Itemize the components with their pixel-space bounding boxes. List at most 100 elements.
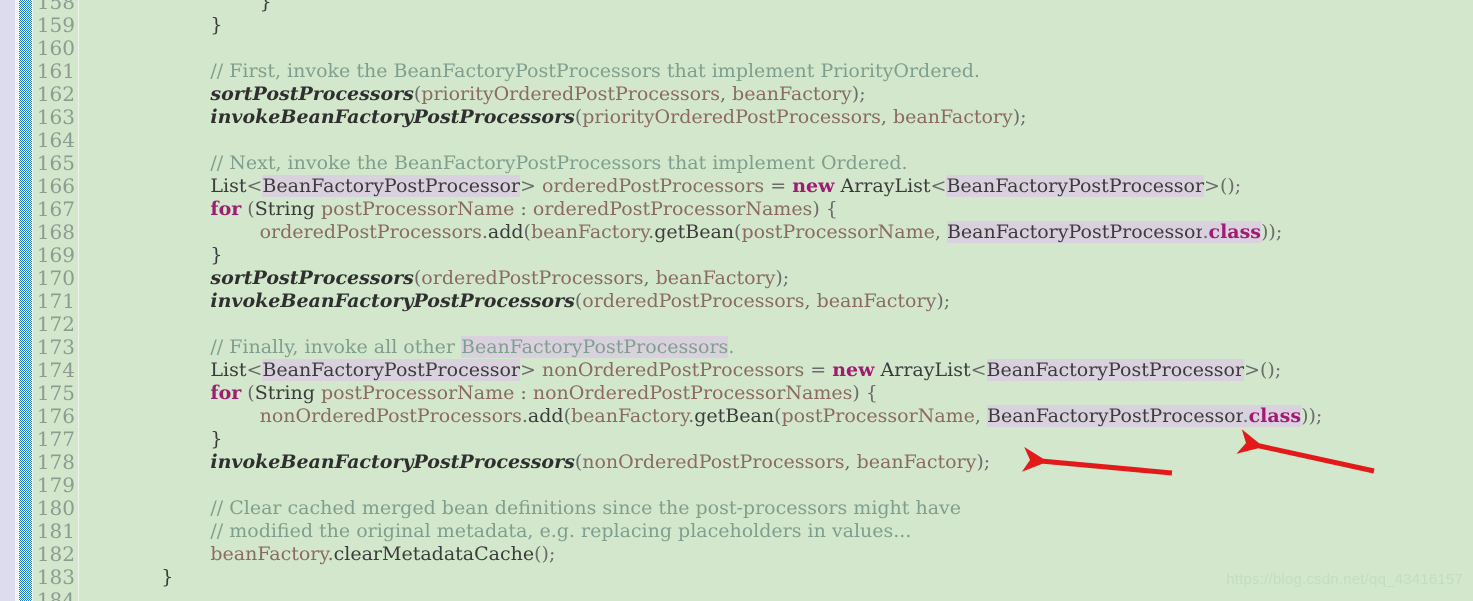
line-number: 168	[36, 220, 75, 244]
code-line[interactable]: List<BeanFactoryPostProcessor> nonOrdere…	[210, 359, 1281, 382]
code-line[interactable]: }	[210, 428, 222, 451]
editor-left-margin-strip	[0, 0, 15, 601]
code-token: );	[851, 83, 866, 105]
code-token: beanFactory	[816, 290, 937, 312]
code-token: >	[519, 175, 536, 197]
code-token: sortPostProcessors	[210, 267, 414, 289]
line-number: 163	[36, 105, 75, 129]
code-token: orderedPostProcessors	[259, 221, 482, 243]
code-token: >();	[1204, 175, 1242, 197]
code-token: ) {	[812, 198, 838, 220]
code-token: for	[210, 382, 242, 404]
code-token: <	[246, 175, 263, 197]
code-token: (	[563, 405, 571, 427]
code-line[interactable]: // Clear cached merged bean definitions …	[210, 497, 961, 520]
line-number: 178	[36, 450, 75, 474]
line-number: 165	[36, 151, 75, 175]
code-token: <	[970, 359, 987, 381]
code-token: (	[241, 198, 255, 220]
source-code-area[interactable]: }} // First, invoke the BeanFactoryPostPr…	[79, 0, 1473, 601]
code-line[interactable]: invokeBeanFactoryPostProcessors(nonOrder…	[210, 451, 990, 474]
code-token: BeanFactoryPostProcessor	[946, 175, 1205, 197]
line-number: 181	[36, 519, 75, 543]
line-number: 174	[36, 358, 75, 382]
code-token: beanFactory	[655, 267, 776, 289]
line-number-gutter[interactable]: 158 159 160 161 162 163 164 165 166 167 168 169 170 1…	[33, 0, 78, 601]
code-line[interactable]: // Finally, invoke all other BeanFactory…	[210, 336, 734, 359]
code-line[interactable]: }	[210, 14, 222, 37]
code-token: beanFactory	[530, 221, 649, 243]
code-viewer-window: 158 159 160 161 162 163 164 165 166 167 168 169 170 1…	[0, 0, 1473, 601]
line-number: 158	[36, 0, 75, 14]
code-line[interactable]: }	[210, 244, 222, 267]
code-line[interactable]: invokeBeanFactoryPostProcessors(orderedP…	[210, 290, 950, 313]
line-number: 162	[36, 82, 75, 106]
code-line[interactable]: orderedPostProcessors.add(beanFactory.ge…	[259, 221, 1283, 244]
code-token: .	[1242, 405, 1249, 427]
code-token: ));	[1261, 221, 1283, 243]
code-token: >();	[1244, 359, 1282, 381]
code-token: nonOrderedPostProcessors	[259, 405, 522, 427]
code-token: }	[210, 244, 223, 266]
code-token: ,	[643, 267, 656, 289]
code-token: class	[1248, 405, 1302, 427]
code-token: priorityOrderedPostProcessors	[421, 83, 720, 105]
code-token: nonOrderedPostProcessors	[582, 451, 845, 473]
code-token: =	[804, 359, 833, 381]
code-token: ,	[804, 290, 817, 312]
code-token: BeanFactoryPostProcessor	[946, 221, 1203, 243]
code-line[interactable]: sortPostProcessors(priorityOrderedPostPr…	[210, 83, 865, 106]
code-token: BeanFactoryPostProcessors	[460, 336, 729, 358]
line-number: 179	[36, 473, 75, 497]
code-token: String	[254, 382, 315, 404]
code-line[interactable]: // modified the original metadata, e.g. …	[210, 520, 911, 543]
code-line[interactable]: // Next, invoke the BeanFactoryPostProce…	[210, 152, 907, 175]
code-token: add	[487, 221, 524, 243]
code-token: :	[514, 382, 533, 404]
line-number: 160	[36, 36, 75, 60]
code-token: beanFactory	[732, 83, 852, 105]
line-number: 180	[36, 496, 75, 520]
code-token: // modified the original metadata, e.g. …	[210, 520, 912, 542]
code-line[interactable]: nonOrderedPostProcessors.add(beanFactory…	[259, 405, 1323, 428]
code-token: String	[254, 198, 315, 220]
code-token: orderedPostProcessorNames	[532, 198, 813, 220]
code-token: getBean	[654, 221, 735, 243]
code-token: );	[775, 267, 790, 289]
code-token: // Finally, invoke all other	[210, 336, 461, 358]
code-line[interactable]: beanFactory.clearMetadataCache();	[210, 543, 555, 566]
code-token: beanFactory	[893, 106, 1013, 128]
code-line[interactable]: }	[260, 0, 272, 14]
code-token: orderedPostProcessors	[421, 267, 644, 289]
line-number: 170	[36, 266, 75, 290]
code-token: beanFactory	[571, 405, 689, 427]
code-line[interactable]: // First, invoke the BeanFactoryPostProc…	[210, 60, 980, 83]
code-line[interactable]: for (String postProcessorName : nonOrder…	[210, 382, 878, 405]
code-line[interactable]: }	[161, 566, 173, 589]
code-line[interactable]: for (String postProcessorName : orderedP…	[210, 198, 837, 221]
code-token: beanFactory	[210, 543, 328, 565]
code-line[interactable]: invokeBeanFactoryPostProcessors(priority…	[210, 106, 1026, 129]
code-token: =	[764, 175, 793, 197]
code-token: (	[241, 382, 255, 404]
code-token: sortPostProcessors	[210, 83, 414, 105]
code-line[interactable]: List<BeanFactoryPostProcessor> orderedPo…	[210, 175, 1241, 198]
line-number: 177	[36, 427, 75, 451]
code-token: BeanFactoryPostProcessor	[986, 359, 1245, 381]
line-number: 167	[36, 197, 75, 221]
code-token: ));	[1301, 405, 1323, 427]
line-number: 161	[36, 59, 75, 83]
line-number: 171	[36, 289, 75, 313]
code-token: >	[519, 359, 536, 381]
code-token: (	[774, 405, 782, 427]
line-number: 175	[36, 381, 75, 405]
code-line[interactable]: sortPostProcessors(orderedPostProcessors…	[210, 267, 789, 290]
code-token: <	[930, 175, 947, 197]
code-token: BeanFactoryPostProcessor	[262, 175, 520, 197]
code-surface: 158 159 160 161 162 163 164 165 166 167 168 169 170 1…	[33, 0, 1473, 601]
code-token: // First, invoke the BeanFactoryPostProc…	[210, 60, 980, 82]
code-token: postProcessorName	[320, 382, 515, 404]
code-token: <	[246, 359, 263, 381]
line-number: 169	[36, 243, 75, 267]
code-token: List	[210, 175, 247, 197]
